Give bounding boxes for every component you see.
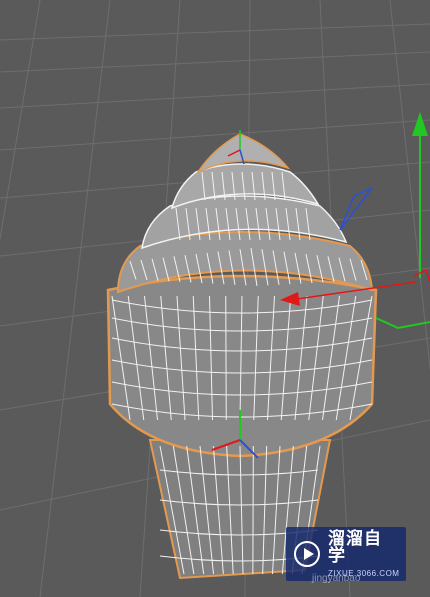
cone-rib <box>252 445 254 575</box>
watermark-brand: 溜溜自学 <box>328 528 382 566</box>
play-icon <box>294 541 320 567</box>
viewport-canvas[interactable] <box>0 0 430 597</box>
cup-rib <box>225 295 227 421</box>
footer-caption: jingyanbao <box>312 573 361 584</box>
3d-viewport[interactable]: 溜溜自学 ZIXUE.3066.COM jingyanbao <box>0 0 430 597</box>
